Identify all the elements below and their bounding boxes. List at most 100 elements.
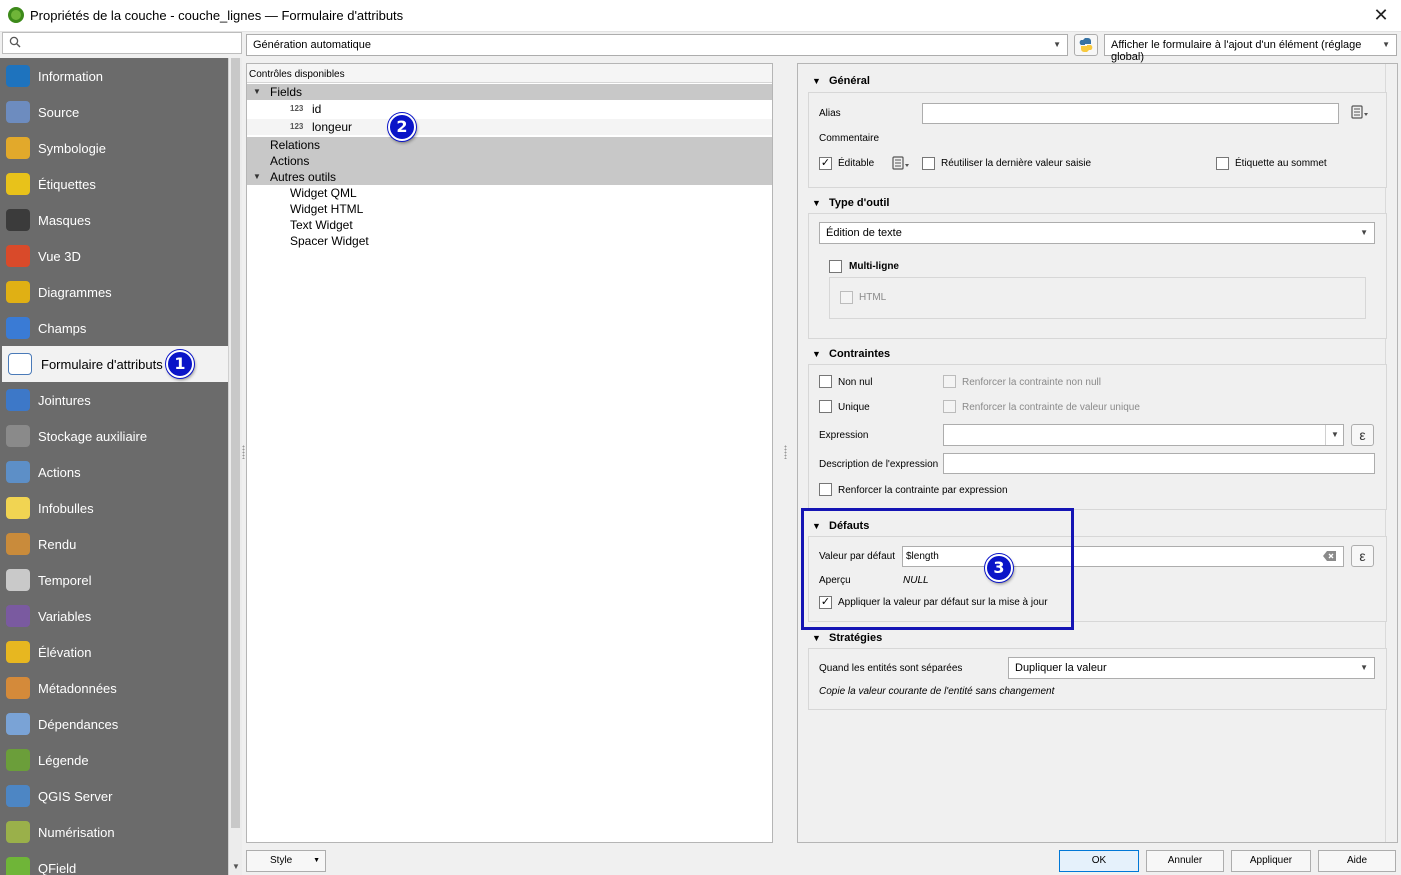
split-policy-hint: Copie la valeur courante de l'entité san… (819, 686, 1055, 697)
multiline-checkbox[interactable] (829, 260, 842, 273)
sidebar-item[interactable]: Masques (0, 202, 228, 238)
layout-mode-select[interactable]: Génération automatique ▼ (246, 34, 1068, 56)
tree-widget-item[interactable]: Widget QML (247, 185, 772, 201)
tree-widget-item[interactable]: Spacer Widget (247, 233, 772, 249)
unique-checkbox[interactable] (819, 400, 832, 413)
enforce-expression-checkbox[interactable] (819, 483, 832, 496)
sidebar-item-label: Stockage auxiliaire (38, 429, 148, 444)
collapse-arrow-icon[interactable]: ▼ (812, 198, 821, 208)
help-button[interactable]: Aide (1318, 850, 1396, 872)
sidebar-item[interactable]: Étiquettes (0, 166, 228, 202)
data-defined-override-icon[interactable] (1349, 105, 1369, 119)
sidebar-item-label: Légende (38, 753, 89, 768)
html-checkbox[interactable] (840, 291, 853, 304)
data-defined-override-icon[interactable] (890, 156, 910, 170)
enforce-not-null-checkbox[interactable] (943, 375, 956, 388)
alias-input[interactable] (922, 103, 1339, 124)
sidebar-item[interactable]: QGIS Server (0, 778, 228, 814)
labels-icon (6, 173, 30, 195)
integer-field-icon: 123 (290, 122, 304, 131)
collapse-arrow-icon[interactable]: ▼ (812, 349, 821, 359)
available-widgets-tree: Contrôles disponibles ▼ Fields 123 id 12… (246, 63, 773, 843)
clear-text-icon[interactable] (1323, 550, 1337, 562)
chevron-down-icon: ▼ (313, 857, 320, 864)
sidebar-item[interactable]: Dépendances (0, 706, 228, 742)
split-policy-value: Dupliquer la valeur (1015, 662, 1107, 674)
close-button[interactable]: ✕ (1369, 4, 1393, 26)
enforce-expression-label: Renforcer la contrainte par expression (838, 485, 1008, 496)
expression-builder-button[interactable]: ε (1351, 424, 1374, 446)
sidebar-item[interactable]: Jointures (0, 382, 228, 418)
expression-description-label: Description de l'expression (819, 459, 939, 470)
sidebar-item[interactable]: Métadonnées (0, 670, 228, 706)
sidebar-item[interactable]: Actions (0, 454, 228, 490)
actions-icon (6, 461, 30, 483)
sidebar-search-input[interactable] (2, 32, 242, 54)
enforce-unique-checkbox[interactable] (943, 400, 956, 413)
tree-header: Contrôles disponibles (247, 64, 772, 83)
expression-description-input[interactable] (943, 453, 1375, 474)
sidebar-item-label: Temporel (38, 573, 92, 588)
sidebar-item-label: Étiquettes (38, 177, 96, 192)
sidebar-item[interactable]: Élévation (0, 634, 228, 670)
label-on-top-checkbox[interactable] (1216, 157, 1229, 170)
sidebar-item[interactable]: Source (0, 94, 228, 130)
sidebar-item[interactable]: Stockage auxiliaire (0, 418, 228, 454)
joins-icon (6, 389, 30, 411)
tree-group-fields[interactable]: ▼ Fields (247, 84, 772, 100)
tree-widget-item[interactable]: Text Widget (247, 217, 772, 233)
tree-group-actions[interactable]: Actions (247, 153, 772, 169)
tree-field-item[interactable]: 123 longeur (247, 119, 772, 135)
ok-button[interactable]: OK (1059, 850, 1139, 872)
cancel-button[interactable]: Annuler (1146, 850, 1224, 872)
expand-arrow-icon[interactable]: ▼ (253, 169, 261, 185)
variables-icon (6, 605, 30, 627)
sidebar-item[interactable]: Formulaire d'attributs (2, 346, 228, 382)
sidebar-item[interactable]: Numérisation (0, 814, 228, 850)
tree-widget-item[interactable]: Widget HTML (247, 201, 772, 217)
enforce-unique-label: Renforcer la contrainte de valeur unique (962, 402, 1140, 413)
enforce-not-null-label: Renforcer la contrainte non null (962, 377, 1101, 388)
split-policy-label: Quand les entités sont séparées (819, 663, 963, 674)
sidebar-item[interactable]: Rendu (0, 526, 228, 562)
sidebar-item[interactable]: Champs (0, 310, 228, 346)
tree-group-relations[interactable]: Relations (247, 137, 772, 153)
sidebar-item-label: QGIS Server (38, 789, 113, 804)
sidebar-item[interactable]: Information (0, 58, 228, 94)
collapse-arrow-icon[interactable]: ▼ (812, 76, 821, 86)
digitizing-icon (6, 821, 30, 843)
split-policy-select[interactable]: Dupliquer la valeur ▼ (1008, 657, 1375, 679)
splitter-handle[interactable] (784, 445, 787, 459)
sidebar-item[interactable]: Vue 3D (0, 238, 228, 274)
form-display-select[interactable]: Afficher le formulaire à l'ajout d'un él… (1104, 34, 1397, 63)
style-menu-button[interactable]: Style ▼ (246, 850, 326, 872)
sidebar-item[interactable]: Légende (0, 742, 228, 778)
qgis-server-icon (6, 785, 30, 807)
sidebar-item[interactable]: Variables (0, 598, 228, 634)
tree-group-other-tools[interactable]: ▼ Autres outils (247, 169, 772, 185)
default-expression-builder-button[interactable]: ε (1351, 545, 1374, 567)
chevron-down-icon: ▼ (1382, 40, 1390, 49)
editable-checkbox[interactable]: ✓ (819, 157, 832, 170)
reuse-last-value-checkbox[interactable] (922, 157, 935, 170)
collapse-arrow-icon[interactable]: ▼ (812, 633, 821, 643)
expand-arrow-icon[interactable]: ▼ (253, 84, 261, 100)
rendering-icon (6, 533, 30, 555)
expression-input[interactable] (943, 424, 1344, 446)
widget-type-select[interactable]: Édition de texte ▼ (819, 222, 1375, 244)
title-bar: Propriétés de la couche - couche_lignes … (0, 0, 1401, 32)
apply-button[interactable]: Appliquer (1231, 850, 1311, 872)
label-on-top-label: Étiquette au sommet (1235, 158, 1327, 169)
sidebar-item[interactable]: Symbologie (0, 130, 228, 166)
sidebar-item[interactable]: Temporel (0, 562, 228, 598)
sidebar-item[interactable]: QField (0, 850, 228, 875)
python-init-button[interactable] (1074, 34, 1098, 56)
not-null-checkbox[interactable] (819, 375, 832, 388)
masks-icon (6, 209, 30, 231)
splitter-handle[interactable] (242, 445, 245, 459)
sidebar-item[interactable]: Infobulles (0, 490, 228, 526)
sidebar-item[interactable]: Diagrammes (0, 274, 228, 310)
tree-field-item[interactable]: 123 id (247, 101, 772, 117)
expression-dropdown[interactable]: ▼ (1325, 425, 1343, 445)
sidebar-scrollbar[interactable]: ▼ (228, 58, 242, 875)
